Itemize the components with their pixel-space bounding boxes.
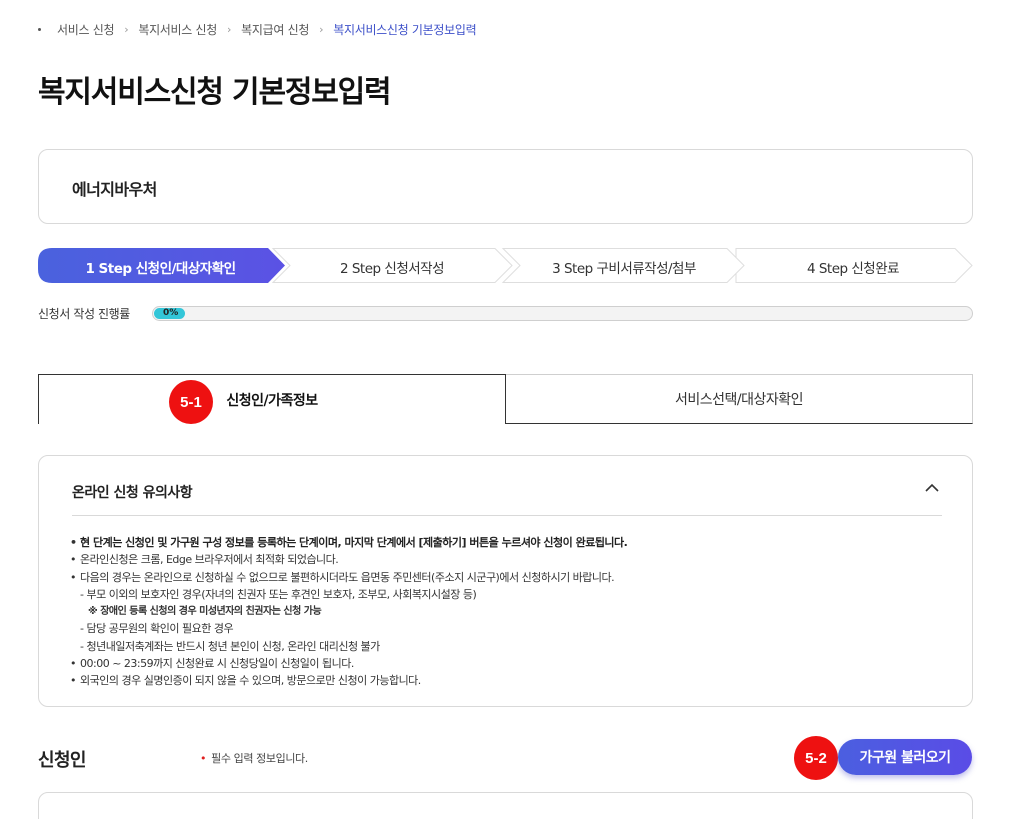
tab-service-select-label: 서비스선택/대상자확인	[674, 392, 804, 408]
step-4-label: 4 Step 신청완료	[806, 261, 900, 277]
notice-divider	[72, 515, 942, 516]
notice-item: 온라인신청은 크롬, Edge 브라우저에서 최적화 되었습니다.	[69, 551, 627, 569]
chevron-right-icon: ›	[124, 23, 129, 36]
applicant-section-title: 신청인	[38, 750, 86, 771]
tab-service-select[interactable]: 서비스선택/대상자확인	[506, 374, 973, 424]
breadcrumb-item-service[interactable]: 서비스 신청	[57, 21, 115, 38]
progress-value: 0%	[163, 308, 179, 318]
breadcrumb-current: 복지서비스신청 기본정보입력	[333, 23, 477, 37]
tab-applicant-family-label: 신청인/가족정보	[226, 392, 318, 409]
breadcrumb: 서비스 신청 › 복지서비스 신청 › 복지급여 신청 › 복지서비스신청 기본…	[38, 21, 477, 38]
chevron-up-icon[interactable]	[924, 480, 940, 496]
notice-subnote: ※ 장애인 등록 신청의 경우 미성년자의 친권자는 신청 가능	[88, 606, 322, 618]
notice-item: 현 단계는 신청인 및 가구원 구성 정보를 등록하는 단계이며, 마지막 단계…	[69, 534, 628, 552]
breadcrumb-item-welfare-benefit[interactable]: 복지급여 신청	[241, 21, 309, 38]
step-3-label: 3 Step 구비서류작성/첨부	[552, 261, 696, 277]
required-note-text: 필수 입력 정보입니다.	[211, 752, 308, 765]
step-indicator: 1 Step 신청인/대상자확인 2 Step 신청서작성 3 Step 구비서…	[38, 248, 973, 283]
progress-bar: 0%	[152, 306, 973, 321]
notice-item: 외국인의 경우 실명인증이 되지 않을 수 있으며, 방문으로만 신청이 가능합…	[69, 672, 627, 690]
required-dot-icon: •	[200, 752, 207, 765]
progress-row: 신청서 작성 진행률 0%	[38, 305, 973, 321]
online-notice-panel: 온라인 신청 유의사항 현 단계는 신청인 및 가구원 구성 정보를 등록하는 …	[38, 455, 973, 707]
page-title: 복지서비스신청 기본정보입력	[38, 75, 392, 110]
breadcrumb-item-welfare-service[interactable]: 복지서비스 신청	[138, 21, 217, 38]
notice-subitem: - 담당 공무원의 확인이 필요한 경우	[80, 622, 234, 636]
load-household-members-button[interactable]: 가구원 불러오기	[838, 739, 972, 775]
notice-item: 다음의 경우는 온라인으로 신청하실 수 없으므로 불편하시더라도 읍면동 주민…	[69, 569, 627, 587]
notice-item: 00:00 ~ 23:59까지 신청완료 시 신청당일이 신청일이 됩니다.	[69, 655, 627, 673]
chevron-right-icon: ›	[319, 23, 324, 36]
breadcrumb-home-dot	[38, 28, 41, 31]
chevron-right-icon: ›	[227, 23, 232, 36]
annotation-marker-5-1: 5-1	[169, 380, 213, 424]
annotation-marker-5-2: 5-2	[794, 736, 838, 780]
applicant-form-box	[38, 792, 973, 819]
step-2-label: 2 Step 신청서작성	[339, 261, 445, 277]
required-note: • 필수 입력 정보입니다.	[200, 750, 308, 766]
step-1-label: 1 Step 신청인/대상자확인	[85, 261, 236, 277]
notice-list: 현 단계는 신청인 및 가구원 구성 정보를 등록하는 단계이며, 마지막 단계…	[69, 534, 628, 690]
service-box: 에너지바우처	[38, 149, 973, 224]
service-name: 에너지바우처	[72, 180, 157, 199]
tab-applicant-family[interactable]: 신청인/가족정보	[38, 374, 506, 424]
notice-subitem: - 부모 이외의 보호자인 경우(자녀의 친권자 또는 후견인 보호자, 조부모…	[80, 587, 477, 601]
progress-label: 신청서 작성 진행률	[38, 307, 130, 321]
notice-title: 온라인 신청 유의사항	[72, 485, 193, 501]
notice-subitem: - 청년내일저축계좌는 반드시 청년 본인이 신청, 온라인 대리신청 불가	[80, 639, 380, 653]
